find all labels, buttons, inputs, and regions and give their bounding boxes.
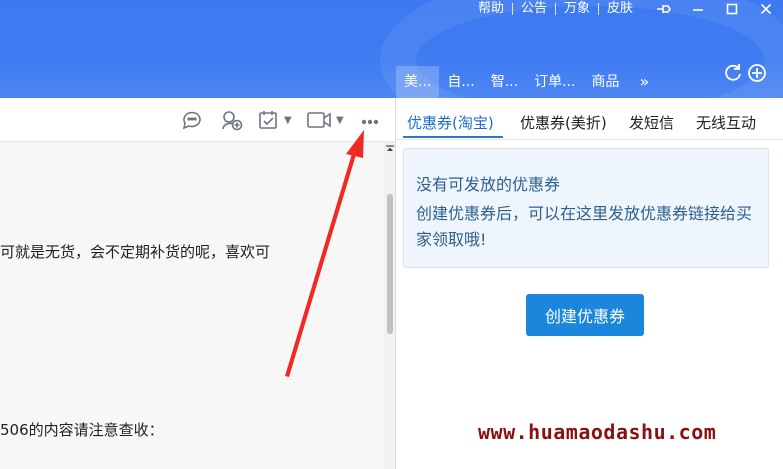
tab-more[interactable]: » <box>627 66 661 98</box>
tab-products[interactable]: 商品 <box>583 66 627 98</box>
tab-send-sms[interactable]: 发短信 <box>629 112 674 133</box>
tab-wireless-interaction[interactable]: 无线互动 <box>696 112 756 133</box>
active-tab-indicator <box>403 136 503 138</box>
close-icon <box>760 3 772 15</box>
chat-bubble-icon <box>182 111 201 130</box>
caret-down-icon[interactable]: ▼ <box>284 115 292 126</box>
more-options-button[interactable] <box>360 108 380 132</box>
video-button[interactable]: ▼ <box>306 108 344 132</box>
caret-down-icon[interactable]: ▼ <box>336 115 344 126</box>
tab-zhi[interactable]: 智... <box>483 66 526 98</box>
tab-zi[interactable]: 自... <box>439 66 482 98</box>
maximize-icon <box>726 3 738 15</box>
minimize-icon <box>693 9 703 11</box>
create-coupon-button[interactable]: 创建优惠券 <box>526 294 644 336</box>
pin-icon <box>657 5 671 13</box>
refresh-icon[interactable] <box>722 62 744 84</box>
menu-wanxiang[interactable]: 万象 <box>556 1 598 17</box>
more-dots-icon <box>361 119 379 125</box>
header-tab-actions <box>722 62 768 84</box>
pin-button[interactable] <box>647 0 681 18</box>
app-header: 帮助 公告 万象 皮肤 美... 自... 智... 订单... 商品 » <box>0 0 783 98</box>
top-menu: 帮助 公告 万象 皮肤 <box>470 0 783 18</box>
quick-reply-button[interactable] <box>180 108 204 132</box>
minimize-button[interactable] <box>681 0 715 18</box>
chat-toolbar: ▼ ▼ <box>0 98 396 142</box>
user-add-icon <box>222 111 243 131</box>
menu-help[interactable]: 帮助 <box>470 1 512 17</box>
menu-announcement[interactable]: 公告 <box>513 1 555 17</box>
scroll-up-arrow-icon[interactable] <box>385 143 395 153</box>
chat-message: 506的内容请注意查收： <box>0 421 164 439</box>
notice-body: 创建优惠券后，可以在这里发放优惠券链接给买家领取哦! <box>416 204 753 249</box>
coupon-tabs: 优惠券(淘宝) 优惠券(美折) 发短信 无线互动 <box>396 98 783 140</box>
window-controls <box>647 0 783 18</box>
tab-taobao-coupon[interactable]: 优惠券(淘宝) <box>407 112 494 133</box>
chat-panel: ▼ ▼ 可就是无货，会不定期补货的呢，喜欢可 506的内容请注意查收： <box>0 98 396 469</box>
menu-skin[interactable]: 皮肤 <box>599 1 641 17</box>
notice-title: 没有可发放的优惠券 <box>416 175 561 194</box>
evaluation-button[interactable]: ▼ <box>258 108 292 132</box>
add-circle-icon[interactable] <box>746 62 768 84</box>
header-tabs: 美... 自... 智... 订单... 商品 » <box>396 66 661 98</box>
tab-mei[interactable]: 美... <box>396 66 440 98</box>
site-watermark: www.huamaodashu.com <box>478 420 717 444</box>
checklist-icon <box>259 111 277 129</box>
scrollbar-thumb[interactable] <box>387 194 393 334</box>
maximize-button[interactable] <box>715 0 749 18</box>
tab-meizhe-coupon[interactable]: 优惠券(美折) <box>520 112 607 133</box>
video-camera-icon <box>307 112 331 128</box>
close-button[interactable] <box>749 0 783 18</box>
chat-message: 可就是无货，会不定期补货的呢，喜欢可 <box>0 243 271 261</box>
tab-orders[interactable]: 订单... <box>526 66 583 98</box>
add-contact-button[interactable] <box>220 108 244 132</box>
empty-coupon-notice: 没有可发放的优惠券 创建优惠券后，可以在这里发放优惠券链接给买家领取哦! <box>403 148 769 268</box>
coupon-panel: 优惠券(淘宝) 优惠券(美折) 发短信 无线互动 没有可发放的优惠券 创建优惠券… <box>396 98 783 469</box>
